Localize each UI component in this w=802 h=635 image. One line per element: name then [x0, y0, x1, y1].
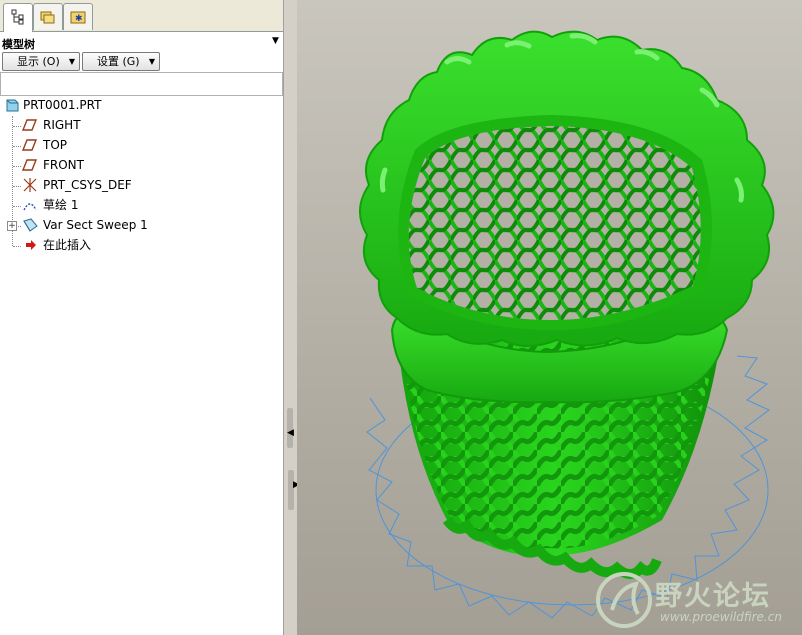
tree-item-label: 在此插入: [43, 238, 92, 252]
tree-item-sketch[interactable]: 草绘 1: [0, 195, 280, 215]
settings-button[interactable]: 设置 (G) ▼: [82, 52, 160, 71]
tree-filter-input[interactable]: [0, 72, 283, 96]
basket-rim: [359, 30, 775, 347]
panel-title: 模型树: [2, 38, 35, 51]
tree-item-label: FRONT: [43, 158, 84, 172]
insert-here-arrow-icon: [26, 240, 36, 250]
tree-item-csys[interactable]: PRT_CSYS_DEF: [0, 175, 280, 195]
tab-folder-browser[interactable]: [33, 3, 63, 30]
datum-plane-icon: [22, 159, 38, 171]
collapse-left-arrow-icon[interactable]: ◀: [287, 428, 294, 438]
tree-item-label: 草绘 1: [43, 198, 79, 212]
watermark: 野火论坛 www.proewildfire.cn: [592, 568, 802, 635]
svg-text:✱: ✱: [75, 14, 83, 24]
tree-item-top[interactable]: TOP: [0, 135, 280, 155]
panel-menu-arrow-icon[interactable]: ▼: [272, 36, 279, 46]
model-tree-panel: ✱ 模型树 ▼ 显示 (O) ▼ 设置 (G) ▼ PRT0001.PRT RI…: [0, 0, 284, 635]
folder-browser-icon: [40, 11, 55, 24]
tab-favorites[interactable]: ✱: [63, 3, 93, 30]
chevron-down-icon: ▼: [148, 57, 155, 66]
csys-icon: [23, 178, 37, 192]
tree-item-root[interactable]: PRT0001.PRT: [0, 95, 280, 115]
watermark-title: 野火论坛: [655, 581, 771, 612]
splitter-grip[interactable]: [288, 470, 294, 510]
panel-splitter[interactable]: [284, 0, 296, 635]
tree-item-label: RIGHT: [43, 118, 81, 132]
tree-item-front[interactable]: FRONT: [0, 155, 280, 175]
watermark-logo-icon: [596, 572, 652, 628]
watermark-url: www.proewildfire.cn: [660, 610, 782, 624]
datum-plane-icon: [22, 119, 38, 131]
show-button-label: 显示 (O): [17, 55, 60, 68]
settings-button-label: 设置 (G): [97, 55, 140, 68]
chevron-down-icon: ▼: [68, 57, 75, 66]
tab-model-tree[interactable]: [3, 3, 33, 32]
tree-item-label: TOP: [43, 138, 68, 152]
navigator-tabs: ✱: [0, 0, 283, 32]
tree-item-label: PRT_CSYS_DEF: [43, 178, 132, 192]
datum-plane-icon: [22, 139, 38, 151]
sweep-feature-icon: [23, 218, 38, 232]
tree-item-insert-here[interactable]: 在此插入: [0, 235, 280, 255]
show-button[interactable]: 显示 (O) ▼: [2, 52, 80, 71]
part-icon: [6, 99, 19, 112]
graphics-viewport[interactable]: 野火论坛 www.proewildfire.cn: [297, 0, 802, 635]
tree-item-right[interactable]: RIGHT: [0, 115, 280, 135]
model-render: [359, 30, 775, 619]
favorites-folder-icon: ✱: [70, 11, 86, 24]
tree-item-label: Var Sect Sweep 1: [43, 218, 148, 232]
tree-item-label: PRT0001.PRT: [23, 98, 102, 112]
tree-item-sweep[interactable]: Var Sect Sweep 1: [0, 215, 280, 235]
sketch-icon: [23, 203, 37, 211]
model-tree-icon: [11, 9, 24, 25]
